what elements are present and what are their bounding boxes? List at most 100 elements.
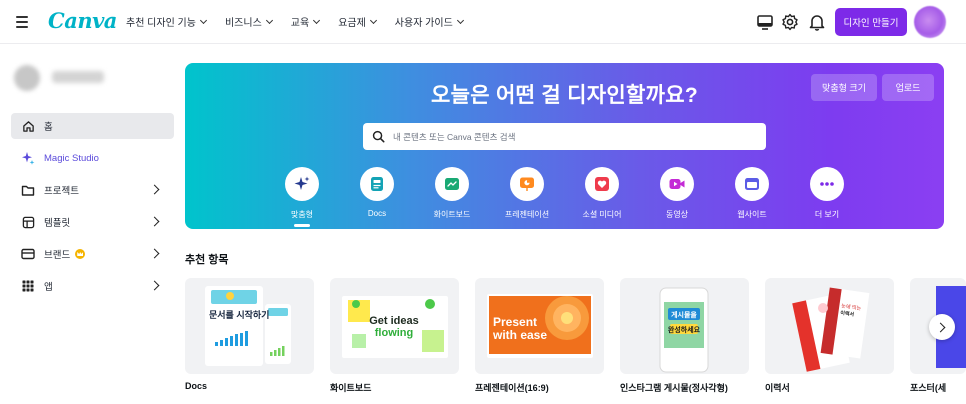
category-social-media[interactable]: 소셜 미디어 [570, 167, 634, 220]
category-label: 프레젠테이션 [504, 210, 550, 219]
nav-pricing[interactable]: 요금제 [338, 14, 377, 29]
chevron-down-icon [265, 16, 273, 24]
card-label: 인스타그램 게시물(정사각형) [620, 383, 728, 393]
category-label: 화이트보드 [433, 210, 471, 219]
card-whiteboard[interactable]: Get ideas flowing [330, 278, 459, 374]
card-label: 이력서 [765, 383, 790, 393]
sidebar-item-label: 템플릿 [44, 218, 71, 229]
sidebar-item-magic-studio[interactable]: Magic Studio [11, 145, 174, 171]
docs-icon [360, 167, 394, 201]
svg-text:flowing: flowing [375, 327, 414, 339]
create-design-button[interactable]: 디자인 만들기 [835, 8, 907, 36]
card-label: Docs [185, 381, 208, 391]
sidebar-item-home[interactable]: 홈 [11, 113, 174, 139]
chevron-right-icon [935, 322, 946, 332]
sidebar-item-label: 앱 [44, 282, 53, 293]
category-label: 맞춤형 [290, 210, 314, 219]
category-docs[interactable]: Docs [345, 167, 409, 218]
gear-icon[interactable] [780, 12, 800, 32]
video-icon [660, 167, 694, 201]
nav-label: 사용자 가이드 [394, 18, 453, 29]
chevron-right-icon [149, 216, 160, 227]
heart-icon [585, 167, 619, 201]
section-title: 추천 항목 [185, 254, 229, 266]
profile-name[interactable] [52, 71, 104, 83]
svg-text:게시물을: 게시물을 [671, 310, 697, 319]
card-instagram-post[interactable]: 게시물을 완성하세요 [620, 278, 749, 374]
canva-logo[interactable]: Canva [48, 8, 117, 33]
avatar[interactable] [914, 6, 946, 38]
folder-icon [21, 183, 35, 197]
category-more[interactable]: 더 보기 [795, 167, 859, 220]
card-label: 프레젠테이션(16:9) [475, 383, 549, 393]
search-icon [372, 130, 385, 143]
profile-avatar[interactable] [14, 65, 40, 91]
card-label: 포스터(세 [910, 383, 947, 393]
svg-text:Present: Present [493, 315, 537, 329]
category-whiteboard[interactable]: 화이트보드 [420, 167, 484, 220]
menu-icon[interactable] [14, 13, 32, 31]
top-bar: Canva 추천 디자인 기능 비즈니스 교육 요금제 사용자 가이드 디자인 … [0, 0, 966, 44]
desktop-icon[interactable] [755, 12, 775, 32]
category-label: Docs [367, 209, 387, 218]
top-nav: 추천 디자인 기능 비즈니스 교육 요금제 사용자 가이드 [126, 14, 482, 29]
upload-button[interactable]: 업로드 [882, 74, 934, 101]
presentation-thumbnail: Present with ease [487, 294, 593, 358]
svg-text:Get ideas: Get ideas [369, 315, 419, 327]
next-arrow-button[interactable] [929, 314, 955, 340]
category-label: 소셜 미디어 [582, 210, 622, 219]
nav-education[interactable]: 교육 [290, 14, 321, 29]
category-custom[interactable]: 맞춤형 [270, 167, 334, 220]
category-label: 웹사이트 [737, 210, 767, 219]
category-website[interactable]: 웹사이트 [720, 167, 784, 220]
sidebar-item-label: Magic Studio [44, 152, 99, 164]
chevron-down-icon [313, 16, 321, 24]
docs-thumbnail: 문서를 시작하기 [205, 286, 291, 366]
hero-banner: 오늘은 어떤 걸 디자인할까요? 맞춤형 크기 업로드 내 콘텐츠 또는 Can… [185, 63, 944, 229]
sidebar-item-label: 프로젝트 [44, 186, 79, 197]
svg-text:with ease: with ease [492, 328, 547, 342]
sidebar-item-brand[interactable]: 브랜드 [11, 241, 174, 267]
search-placeholder: 내 콘텐츠 또는 Canva 콘텐츠 검색 [393, 131, 516, 142]
category-label: 동영상 [665, 210, 689, 219]
nav-user-guide[interactable]: 사용자 가이드 [394, 14, 464, 29]
card-docs[interactable]: 문서를 시작하기 [185, 278, 314, 374]
apps-grid-icon [21, 279, 35, 293]
svg-text:완성하세요: 완성하세요 [668, 325, 701, 334]
website-icon [735, 167, 769, 201]
sidebar-item-projects[interactable]: 프로젝트 [11, 177, 174, 203]
nav-featured[interactable]: 추천 디자인 기능 [126, 14, 208, 29]
active-category-indicator [294, 224, 310, 227]
sparkle-icon [21, 151, 35, 165]
chevron-down-icon [456, 16, 464, 24]
sidebar-item-label: 홈 [44, 122, 53, 133]
card-resume[interactable]: 눈에 띄는 이력서 [765, 278, 894, 374]
nav-business[interactable]: 비즈니스 [224, 14, 273, 29]
chevron-right-icon [149, 248, 160, 259]
search-input[interactable]: 내 콘텐츠 또는 Canva 콘텐츠 검색 [363, 123, 766, 150]
sidebar-item-templates[interactable]: 템플릿 [11, 209, 174, 235]
sparkles-icon [285, 167, 319, 201]
nav-label: 교육 [290, 18, 310, 29]
nav-label: 추천 디자인 기능 [126, 18, 196, 29]
docs-thumb-text: 문서를 시작하기 [209, 309, 269, 320]
chevron-right-icon [149, 184, 160, 195]
chevron-down-icon [199, 16, 208, 24]
whiteboard-thumbnail: Get ideas flowing [342, 296, 448, 358]
nav-label: 비즈니스 [224, 18, 262, 29]
chevron-down-icon [369, 16, 377, 24]
category-video[interactable]: 동영상 [645, 167, 709, 220]
custom-size-button[interactable]: 맞춤형 크기 [811, 74, 877, 101]
card-presentation[interactable]: Present with ease [475, 278, 604, 374]
sidebar: 홈 Magic Studio 프로젝트 템플릿 브랜드 앱 [0, 45, 184, 404]
resume-thumbnail: 눈에 띄는 이력서 [792, 287, 870, 372]
category-presentation[interactable]: 프레젠테이션 [495, 167, 559, 220]
sidebar-item-apps[interactable]: 앱 [11, 273, 174, 299]
bell-icon[interactable] [807, 12, 827, 32]
whiteboard-icon [435, 167, 469, 201]
chevron-right-icon [149, 280, 160, 291]
sidebar-item-label: 브랜드 [44, 250, 71, 261]
brand-icon [21, 247, 35, 261]
template-icon [21, 215, 35, 229]
category-label: 더 보기 [814, 210, 840, 219]
